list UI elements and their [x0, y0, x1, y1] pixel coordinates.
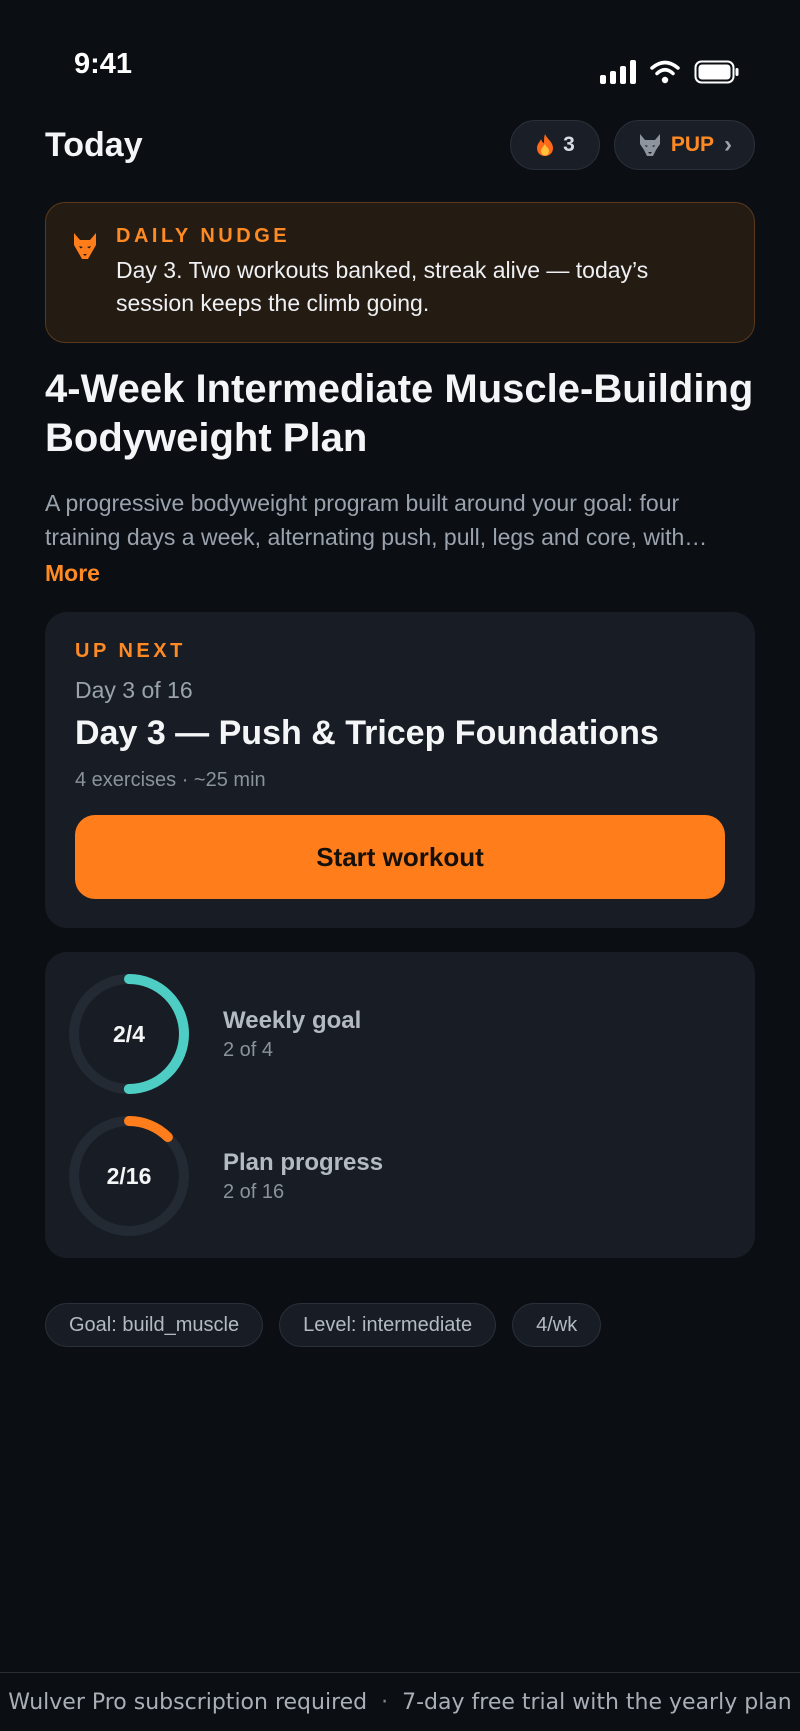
today-screen: 9:41 Today 3 PUP › DAILY NUDGE Day 3. Tw… [0, 0, 800, 1731]
daily-nudge-banner: DAILY NUDGE Day 3. Two workouts banked, … [45, 202, 755, 343]
plan-progress-ring: 2/16 [67, 1114, 191, 1238]
plan-progress-row: 2/16 Plan progress 2 of 16 [67, 1114, 667, 1238]
status-icons [600, 60, 740, 84]
workout-title: Day 3 — Push & Tricep Foundations [75, 714, 659, 752]
page-title: Today [45, 125, 143, 164]
plan-ring-text: 2/16 [106, 1162, 152, 1189]
footer-subscription-text: Wulver Pro subscription required [8, 1689, 368, 1715]
wolf-icon [74, 233, 96, 259]
plan-tags: Goal: build_muscle Level: intermediate 4… [45, 1303, 602, 1347]
streak-badge[interactable]: 3 [510, 120, 600, 170]
header: Today 3 PUP › [45, 118, 755, 172]
weekly-goal-ring: 2/4 [67, 972, 191, 1096]
flame-icon [537, 134, 554, 156]
start-workout-button[interactable]: Start workout [75, 815, 725, 899]
tag-goal: Goal: build_muscle [45, 1303, 264, 1347]
nudge-text: Day 3. Two workouts banked, streak alive… [116, 257, 649, 316]
wolf-icon [639, 134, 660, 156]
weekly-goal-sub: 2 of 4 [223, 1038, 274, 1061]
rank-label: PUP [670, 133, 714, 156]
wifi-icon [650, 60, 680, 84]
streak-count: 3 [563, 133, 575, 156]
plan-progress-info: Plan progress 2 of 16 [223, 1149, 383, 1204]
more-link[interactable]: More [45, 560, 100, 587]
weekly-goal-row: 2/4 Weekly goal 2 of 4 [67, 972, 667, 1096]
up-next-card: UP NEXT Day 3 of 16 Day 3 — Push & Trice… [45, 612, 755, 928]
header-actions: 3 PUP › [510, 120, 755, 170]
footer-separator: · [381, 1689, 389, 1715]
subscription-footer: Wulver Pro subscription required · 7-day… [0, 1672, 800, 1731]
status-time: 9:41 [74, 48, 133, 80]
plan-progress-label: Plan progress [223, 1148, 384, 1176]
battery-icon [694, 60, 739, 84]
weekly-goal-label: Weekly goal [223, 1006, 362, 1034]
weekly-ring-text: 2/4 [113, 1020, 145, 1047]
progress-card: 2/4 Weekly goal 2 of 4 2/16 Plan progres… [45, 952, 755, 1258]
workout-meta: 4 exercises · ~25 min [75, 769, 266, 791]
plan-progress-sub: 2 of 16 [223, 1180, 285, 1203]
status-bar: 9:41 [0, 0, 800, 100]
nudge-label: DAILY NUDGE [116, 225, 291, 247]
weekly-goal-info: Weekly goal 2 of 4 [223, 1007, 361, 1062]
rank-button[interactable]: PUP › [613, 120, 755, 170]
plan-description: A progressive bodyweight program built a… [45, 490, 708, 550]
chevron-right-icon: › [724, 131, 732, 158]
plan-title: 4-Week Intermediate Muscle-Building Body… [45, 367, 754, 460]
up-next-label: UP NEXT [75, 640, 186, 662]
footer-trial-text: 7-day free trial with the yearly plan [402, 1689, 792, 1715]
cellular-signal-icon [600, 60, 636, 84]
tag-frequency: 4/wk [512, 1303, 602, 1347]
day-count: Day 3 of 16 [75, 677, 193, 703]
tag-level: Level: intermediate [279, 1303, 497, 1347]
